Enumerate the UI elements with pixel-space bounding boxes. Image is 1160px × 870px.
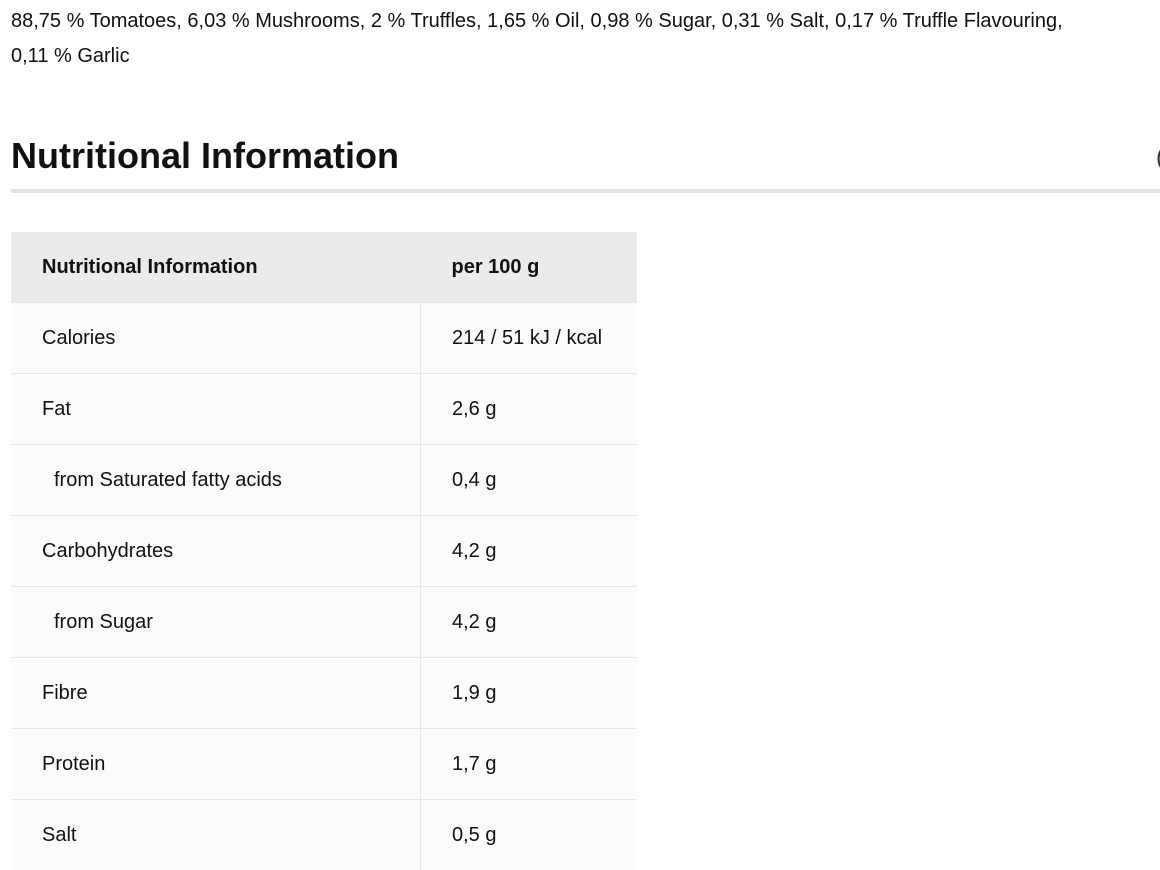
row-value: 2,6 g bbox=[421, 374, 638, 445]
table-row: Salt 0,5 g bbox=[11, 800, 637, 870]
table-row: from Saturated fatty acids 0,4 g bbox=[11, 445, 637, 516]
collapse-toggle-icon[interactable]: ( bbox=[1156, 146, 1160, 170]
row-value: 4,2 g bbox=[421, 587, 638, 658]
ingredients-line-2: 0,11 % Garlic bbox=[11, 39, 1160, 74]
row-value: 1,9 g bbox=[421, 658, 638, 729]
row-value: 0,4 g bbox=[421, 445, 638, 516]
row-label: Carbohydrates bbox=[11, 516, 421, 587]
row-label: from Sugar bbox=[11, 587, 421, 658]
row-label: Fat bbox=[11, 374, 421, 445]
header-nutritional-information: Nutritional Information bbox=[11, 232, 421, 303]
row-value: 4,2 g bbox=[421, 516, 638, 587]
title-divider bbox=[11, 189, 1160, 193]
table-row: Fibre 1,9 g bbox=[11, 658, 637, 729]
table-row: Carbohydrates 4,2 g bbox=[11, 516, 637, 587]
row-value: 1,7 g bbox=[421, 729, 638, 800]
table-row: Fat 2,6 g bbox=[11, 374, 637, 445]
table-row: from Sugar 4,2 g bbox=[11, 587, 637, 658]
nutrition-table: Nutritional Information per 100 g Calori… bbox=[11, 232, 637, 870]
ingredients-line-1: 88,75 % Tomatoes, 6,03 % Mushrooms, 2 % … bbox=[11, 4, 1160, 39]
row-label: Salt bbox=[11, 800, 421, 870]
ingredients-text: 88,75 % Tomatoes, 6,03 % Mushrooms, 2 % … bbox=[11, 4, 1160, 74]
section-title: Nutritional Information bbox=[11, 132, 399, 180]
row-label: Fibre bbox=[11, 658, 421, 729]
table-row: Calories 214 / 51 kJ / kcal bbox=[11, 303, 637, 374]
row-value: 214 / 51 kJ / kcal bbox=[421, 303, 638, 374]
row-label: Calories bbox=[11, 303, 421, 374]
table-header-row: Nutritional Information per 100 g bbox=[11, 232, 637, 303]
row-label: Protein bbox=[11, 729, 421, 800]
header-per-100g: per 100 g bbox=[421, 232, 638, 303]
table-row: Protein 1,7 g bbox=[11, 729, 637, 800]
row-value: 0,5 g bbox=[421, 800, 638, 870]
row-label: from Saturated fatty acids bbox=[11, 445, 421, 516]
